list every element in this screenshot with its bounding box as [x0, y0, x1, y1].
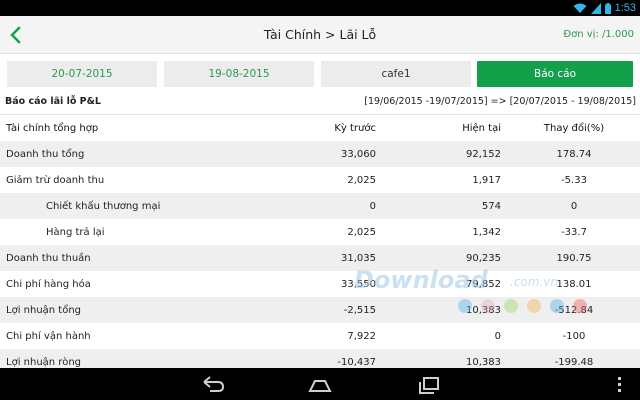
recents-nav-icon[interactable] — [416, 374, 442, 394]
status-clock: 1:53 — [614, 2, 636, 14]
row-chg: -33.7 — [561, 227, 587, 238]
report-button[interactable]: Báo cáo — [477, 61, 633, 87]
to-date-button[interactable]: 19-08-2015 — [164, 61, 314, 87]
row-name: Chi phí vận hành — [6, 331, 91, 342]
row-cur: 92,152 — [466, 149, 501, 160]
row-prev: -10,437 — [337, 357, 376, 368]
report-header: Báo cáo lãi lỗ P&L [19/06/2015 -19/07/20… — [0, 94, 640, 112]
menu-nav-icon[interactable] — [616, 374, 624, 394]
system-nav-bar — [0, 368, 640, 400]
row-chg: -100 — [562, 331, 586, 342]
row-name: Lợi nhuận tổng — [6, 305, 82, 316]
app-bar: Tài Chính > Lãi Lỗ Đơn vị: /1.000 — [0, 16, 640, 54]
svg-text:.com.vn: .com.vn — [510, 275, 558, 289]
header-name: Tài chính tổng hợp — [6, 123, 99, 134]
row-prev: 2,025 — [347, 227, 376, 238]
table-row[interactable]: Chi phí vận hành 7,922 0 -100 — [0, 323, 640, 349]
table-row[interactable]: Doanh thu tổng 33,060 92,152 178.74 — [0, 141, 640, 167]
page-title: Tài Chính > Lãi Lỗ — [263, 27, 377, 42]
back-nav-icon[interactable] — [200, 374, 226, 394]
row-prev: 0 — [369, 201, 376, 212]
row-chg: -199.48 — [554, 357, 594, 368]
row-name: Giảm trừ doanh thu — [6, 175, 105, 186]
header-chg: Thay đổi(%) — [543, 123, 605, 134]
table-row[interactable]: Giảm trừ doanh thu 2,025 1,917 -5.33 — [0, 167, 640, 193]
row-name: Chi phí hàng hóa — [6, 279, 91, 290]
wifi-icon — [573, 3, 587, 13]
row-chg: 0 — [570, 201, 578, 212]
row-cur: 574 — [481, 201, 501, 212]
unit-label: Đơn vị: /1.000 — [563, 29, 634, 40]
svg-text:Download: Download — [354, 266, 489, 294]
from-date-button[interactable]: 20-07-2015 — [7, 61, 157, 87]
report-date-range: [19/06/2015 -19/07/2015] => [20/07/2015 … — [364, 96, 636, 107]
row-cur: 1,342 — [472, 227, 501, 238]
status-bar: 1:53 — [0, 0, 640, 16]
home-nav-icon[interactable] — [307, 374, 333, 394]
row-prev: 7,922 — [347, 331, 376, 342]
header-prev: Kỳ trước — [334, 123, 376, 134]
company-select[interactable]: cafe1 — [321, 61, 471, 87]
row-chg: 178.74 — [556, 149, 592, 160]
pnl-table[interactable]: Tài chính tổng hợp Kỳ trước Hiện tại Tha… — [0, 114, 640, 368]
watermark-logo: Download .com.vn — [354, 266, 587, 313]
row-name: Lợi nhuận ròng — [6, 357, 81, 368]
battery-icon — [604, 2, 611, 14]
row-cur: 1,917 — [472, 175, 501, 186]
row-name: Hàng trả lại — [46, 227, 105, 238]
table-row[interactable]: Lợi nhuận ròng -10,437 10,383 -199.48 — [0, 349, 640, 368]
row-name: Chiết khấu thương mại — [46, 201, 161, 212]
row-prev: 2,025 — [347, 175, 376, 186]
status-icons: 1:53 — [573, 1, 636, 15]
row-chg: -5.33 — [561, 175, 587, 186]
table-row[interactable]: Chiết khấu thương mại 0 574 0 — [0, 193, 640, 219]
header-cur: Hiện tại — [462, 123, 501, 134]
row-name: Doanh thu thuần — [6, 253, 91, 264]
table-header-row: Tài chính tổng hợp Kỳ trước Hiện tại Tha… — [0, 115, 640, 141]
row-prev: 33,060 — [341, 149, 376, 160]
filter-bar: 20-07-2015 19-08-2015 cafe1 Báo cáo — [0, 54, 640, 94]
report-title: Báo cáo lãi lỗ P&L — [5, 96, 101, 107]
row-cur: 10,383 — [466, 357, 501, 368]
table-row[interactable]: Hàng trả lại 2,025 1,342 -33.7 — [0, 219, 640, 245]
row-name: Doanh thu tổng — [6, 149, 85, 160]
signal-icon — [590, 2, 601, 14]
